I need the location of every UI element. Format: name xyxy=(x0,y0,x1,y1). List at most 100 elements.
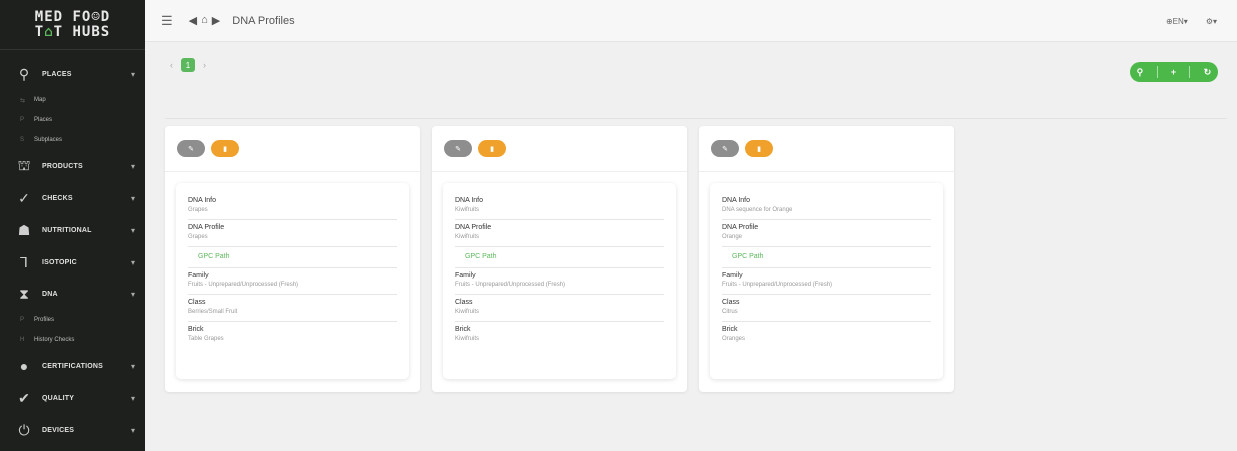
field-label: DNA Profile xyxy=(188,224,225,231)
gpc-path-link[interactable]: GPC Path xyxy=(722,247,931,268)
field-dna-info: DNA Info Kiwifruits xyxy=(455,193,664,220)
gpc-path-link[interactable]: GPC Path xyxy=(188,247,397,268)
card-header: ✎ ▮ xyxy=(432,126,687,172)
field-value: Fruits - Unprepared/Unprocessed (Fresh) xyxy=(722,282,833,288)
logo-basket-icon: ⌂ xyxy=(44,23,54,40)
sidebar-subitem-label: Profiles xyxy=(34,317,55,323)
field-label: Class xyxy=(722,299,740,306)
settings-gear-icon[interactable]: ⚙▾ xyxy=(1206,17,1217,26)
topbar-nav-icons: ◀ ⌂ ▶ xyxy=(189,14,221,27)
delete-button[interactable]: ▮ xyxy=(745,140,773,157)
field-dna-info: DNA Info DNA sequence for Orange xyxy=(722,193,931,220)
card-details: DNA Info DNA sequence for Orange DNA Pro… xyxy=(710,183,943,379)
edit-button[interactable]: ✎ xyxy=(711,140,739,157)
sidebar-item-checks[interactable]: ✓ CHECKS ▾ xyxy=(0,182,145,214)
search-button[interactable]: ⚲ xyxy=(1137,67,1144,78)
menu-toggle-icon[interactable]: ☰ xyxy=(161,13,173,29)
field-class: Class Berries/Small Fruit xyxy=(188,295,397,322)
field-value: Grapes xyxy=(188,207,208,213)
isotope-icon: ⅂ xyxy=(20,253,28,270)
topbar: ☰ ◀ ⌂ ▶ DNA Profiles ⊕EN▾ ⚙▾ xyxy=(145,0,1237,42)
field-family: Family Fruits - Unprepared/Unprocessed (… xyxy=(722,268,931,295)
sidebar-subitem-label: History Checks xyxy=(34,337,75,343)
dna-profile-card: ✎ ▮ DNA Info Kiwifruits DNA Profile Kiwi… xyxy=(432,126,687,392)
page-number-button[interactable]: 1 xyxy=(181,58,195,72)
sidebar-item-label: DNA xyxy=(42,290,58,298)
logo-line-1: MED FO☺D xyxy=(34,8,111,25)
sidebar-item-label: PRODUCTS xyxy=(42,162,83,170)
sidebar-subitem-profiles[interactable]: P Profiles xyxy=(0,310,145,330)
sidebar-item-nutritional[interactable]: ☗ NUTRITIONAL ▾ xyxy=(0,214,145,246)
field-value: Berries/Small Fruit xyxy=(188,309,238,315)
field-brick: Brick Oranges xyxy=(722,322,931,348)
chevron-down-icon: ▾ xyxy=(130,193,135,203)
logo[interactable]: MED FO☺D T⌂T HUBS xyxy=(0,0,145,50)
field-value: Kiwifruits xyxy=(455,336,480,342)
action-button-group: ⚲ + ↻ xyxy=(1130,62,1218,82)
sub-bullet-icon: P xyxy=(20,117,25,123)
chevron-down-icon: ▾ xyxy=(130,289,135,299)
field-value: Orange xyxy=(722,234,743,240)
content-divider xyxy=(165,118,1227,119)
sidebar-subitem-places[interactable]: P Places xyxy=(0,110,145,130)
sidebar-item-label: CERTIFICATIONS xyxy=(42,362,104,370)
separator xyxy=(1189,66,1191,78)
sidebar-item-label: QUALITY xyxy=(42,394,75,402)
field-value: Fruits - Unprepared/Unprocessed (Fresh) xyxy=(188,282,299,288)
sidebar-subitem-history-checks[interactable]: H History Checks xyxy=(0,330,145,350)
edit-button[interactable]: ✎ xyxy=(444,140,472,157)
card-details: DNA Info Kiwifruits DNA Profile Kiwifrui… xyxy=(443,183,676,379)
chevron-down-icon: ▾ xyxy=(130,69,135,79)
refresh-button[interactable]: ↻ xyxy=(1204,67,1212,78)
field-label: Family xyxy=(188,272,209,279)
sidebar-subitem-map[interactable]: ⇆ Map xyxy=(0,90,145,110)
sidebar-item-label: ISOTOPIC xyxy=(42,258,77,266)
sub-bullet-icon: H xyxy=(20,337,25,343)
edit-button[interactable]: ✎ xyxy=(177,140,205,157)
forward-icon[interactable]: ▶ xyxy=(212,14,220,27)
chevron-down-icon: ▾ xyxy=(130,425,135,435)
sidebar-item-devices[interactable]: ⏻ DEVICES ▾ xyxy=(0,414,145,446)
chevron-down-icon: ▾ xyxy=(130,393,135,403)
field-dna-info: DNA Info Grapes xyxy=(188,193,397,220)
sidebar-subitem-label: Subplaces xyxy=(34,137,63,143)
field-value: Kiwifruits xyxy=(455,234,480,240)
field-label: DNA Info xyxy=(188,197,217,204)
sidebar-item-places[interactable]: ⚲ PLACES ▾ xyxy=(0,58,145,90)
sub-bullet-icon: ⇆ xyxy=(20,97,26,104)
field-label: Family xyxy=(455,272,476,279)
sidebar-item-label: CHECKS xyxy=(42,194,73,202)
next-page-button[interactable]: › xyxy=(203,60,206,70)
separator xyxy=(1156,66,1158,78)
field-class: Class Kiwifruits xyxy=(455,295,664,322)
nutrition-icon: ☗ xyxy=(17,221,31,238)
chevron-down-icon: ▾ xyxy=(130,361,135,371)
gpc-path-link[interactable]: GPC Path xyxy=(455,247,664,268)
certificate-icon: ● xyxy=(19,358,29,374)
sidebar-subitem-subplaces[interactable]: S Subplaces xyxy=(0,130,145,150)
sidebar-item-quality[interactable]: ✔ QUALITY ▾ xyxy=(0,382,145,414)
power-icon: ⏻ xyxy=(18,421,30,438)
field-value: Kiwifruits xyxy=(455,207,480,213)
field-family: Family Fruits - Unprepared/Unprocessed (… xyxy=(455,268,664,295)
sidebar-item-certifications[interactable]: ● CERTIFICATIONS ▾ xyxy=(0,350,145,382)
back-icon[interactable]: ◀ xyxy=(189,14,197,27)
chevron-down-icon: ▾ xyxy=(130,225,135,235)
field-dna-profile: DNA Profile Orange xyxy=(722,220,931,247)
quality-check-icon: ✔ xyxy=(18,389,30,406)
field-value: Oranges xyxy=(722,336,746,342)
delete-button[interactable]: ▮ xyxy=(478,140,506,157)
language-selector[interactable]: ⊕EN▾ xyxy=(1166,17,1188,26)
sidebar-item-dna[interactable]: ⧗ DNA ▾ xyxy=(0,278,145,310)
field-brick: Brick Table Grapes xyxy=(188,322,397,348)
card-header: ✎ ▮ xyxy=(699,126,954,172)
sidebar-item-isotopic[interactable]: ⅂ ISOTOPIC ▾ xyxy=(0,246,145,278)
add-button[interactable]: + xyxy=(1171,67,1176,77)
delete-button[interactable]: ▮ xyxy=(211,140,239,157)
chevron-down-icon: ▾ xyxy=(130,257,135,267)
prev-page-button[interactable]: ‹ xyxy=(170,60,173,70)
home-icon[interactable]: ⌂ xyxy=(201,14,208,27)
topbar-right: ⊕EN▾ ⚙▾ xyxy=(1166,0,1217,42)
sidebar-item-products[interactable]: ⛫ PRODUCTS ▾ xyxy=(0,150,145,182)
field-label: DNA Profile xyxy=(722,224,759,231)
